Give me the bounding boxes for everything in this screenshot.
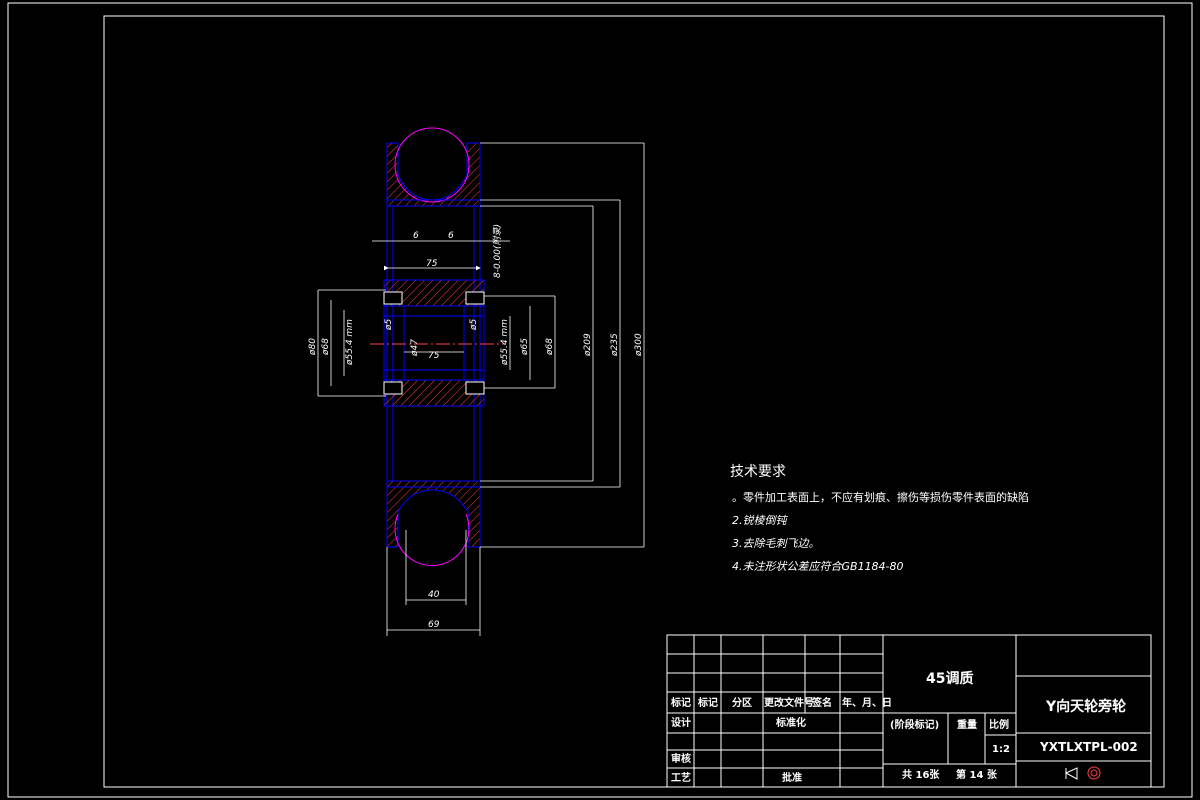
dim-phi55-left: ø55.4 mm <box>345 319 355 366</box>
label-review: 审核 <box>671 752 691 765</box>
material: 45调质 <box>926 670 973 687</box>
label-approve: 批准 <box>782 771 802 784</box>
outer-frame <box>7 2 1193 798</box>
dim-phi65: ø65 <box>520 338 530 356</box>
dim-hub-width: 75 <box>426 259 438 269</box>
label-design: 设计 <box>671 716 691 729</box>
stage-mark: (阶段标记) <box>890 718 939 731</box>
tech-req-item-4: 4.未注形状公差应符合GB1184-80 <box>732 560 904 573</box>
dim-phi55-mid: ø55.4 mm <box>500 319 510 366</box>
dim-inner-width: 75 <box>428 351 440 361</box>
label-standardize: 标准化 <box>775 716 806 729</box>
header-change-doc: 更改文件号 <box>764 696 814 709</box>
dim-bottom-40: 40 <box>428 590 440 600</box>
dim-phi68: ø68 <box>321 338 331 356</box>
tech-requirements-title: 技术要求 <box>730 464 786 480</box>
part-name: Y向天轮旁轮 <box>1045 698 1126 715</box>
tech-requirements: 技术要求 。零件加工表面上，不应有划痕、擦伤等损伤零件表面的缺陷 2.锐棱倒钝 … <box>730 464 1029 573</box>
dim-phi68-right: ø68 <box>545 338 555 356</box>
dim-top-b: 6 <box>448 231 454 241</box>
header-zone: 分区 <box>732 696 752 709</box>
tech-req-item-3: 3.去除毛刺飞边。 <box>732 537 820 550</box>
header-mark-2: 标记 <box>697 696 718 709</box>
tech-req-item-2: 2.锐棱倒钝 <box>732 514 788 527</box>
label-scale: 比例 <box>989 718 1009 731</box>
dim-phi47: ø47 <box>410 339 420 357</box>
title-block-text: 标记 标记 分区 更改文件号 签名 年、月、日 设计 标准化 审核 工艺 批准 … <box>670 670 1138 784</box>
sheets-total: 共 16张 <box>902 768 940 781</box>
dim-phi235: ø235 <box>610 333 620 357</box>
drawing-number: YXTLXTPL-002 <box>1039 740 1138 754</box>
projection-symbol-icon <box>1064 766 1101 780</box>
scale-value: 1:2 <box>992 744 1010 755</box>
tech-req-item-1: 。零件加工表面上，不应有划痕、擦伤等损伤零件表面的缺陷 <box>732 490 1029 504</box>
header-sign: 签名 <box>811 696 832 709</box>
dim-top-a: 6 <box>413 231 419 241</box>
engineering-drawing: 6 6 75 75 8-0.00(附录) ø80 ø68 ø55.4 mm ø4… <box>7 2 1193 798</box>
dim-phi80: ø80 <box>308 338 318 356</box>
header-mark-1: 标记 <box>670 696 691 709</box>
rope-groove-top-circle <box>394 127 470 203</box>
header-date: 年、月、日 <box>842 696 892 709</box>
dim-bottom-69: 69 <box>428 620 440 630</box>
wheel-section <box>370 127 505 567</box>
sheet-current: 第 14 张 <box>956 768 998 781</box>
dim-phi300: ø300 <box>634 333 644 357</box>
label-process: 工艺 <box>671 771 691 784</box>
label-weight: 重量 <box>957 718 977 731</box>
dim-phi20: ø5 <box>384 318 394 331</box>
dim-phi5: ø5 <box>469 318 479 331</box>
inner-frame <box>103 15 1165 788</box>
dim-groove-note: 8-0.00(附录) <box>492 224 503 278</box>
dim-phi209: ø209 <box>583 333 593 357</box>
